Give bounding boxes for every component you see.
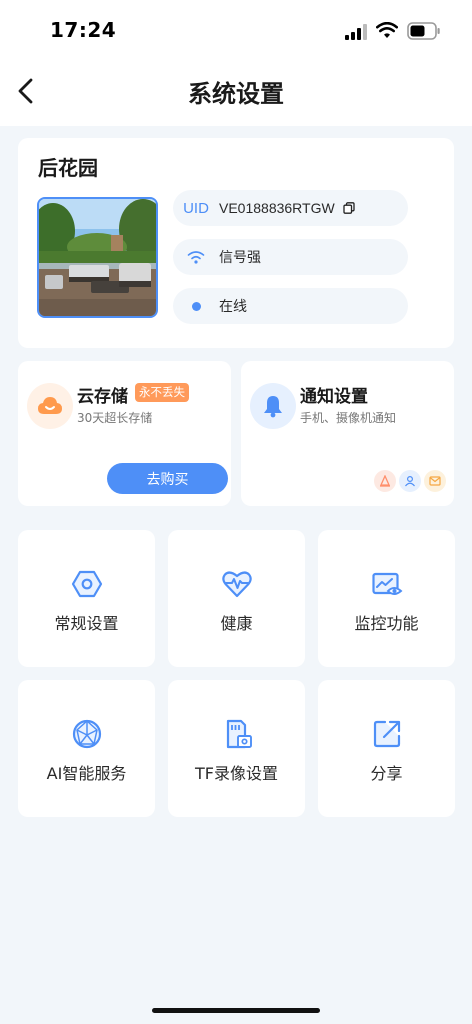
health-label: 健康 — [220, 614, 253, 633]
cloud-storage-card[interactable]: 云存储 永不丢失 30天超长存储 去购买 — [18, 361, 231, 506]
cloud-storage-title: 云存储 — [77, 387, 128, 407]
share-label: 分享 — [370, 764, 403, 783]
wifi-signal-icon — [187, 251, 205, 264]
device-name: 后花园 — [38, 156, 98, 180]
status-bar: 17:24 — [0, 0, 472, 62]
online-status-dot — [191, 301, 201, 311]
buy-button[interactable]: 去购买 — [107, 463, 228, 494]
share-tile[interactable]: 分享 — [318, 680, 455, 817]
page-title: 系统设置 — [188, 80, 284, 108]
status-time: 17:24 — [50, 18, 117, 42]
cloud-storage-subtitle: 30天超长存储 — [77, 411, 153, 425]
home-indicator[interactable] — [152, 1008, 320, 1013]
cloud-storage-icon-circle — [27, 383, 73, 429]
signal-strength: 信号强 — [219, 249, 261, 265]
notification-settings-title: 通知设置 — [300, 387, 368, 407]
monitoring-tile[interactable]: 监控功能 — [318, 530, 455, 667]
ai-service-tile[interactable]: AI智能服务 — [18, 680, 155, 817]
share-icon — [373, 720, 400, 748]
uid-row: UID VE0188836RTGW — [173, 190, 408, 226]
never-lost-badge: 永不丢失 — [135, 383, 189, 402]
monitor-eye-icon — [371, 572, 402, 595]
uid-label: UID — [183, 199, 209, 217]
mail-icon — [424, 470, 446, 492]
wifi-icon — [376, 22, 398, 38]
heart-pulse-icon — [221, 571, 252, 598]
cloud-icon — [38, 397, 62, 414]
sd-card-icon — [226, 719, 252, 749]
hexagon-settings-icon — [71, 570, 102, 598]
uid-value: VE0188836RTGW — [219, 200, 335, 216]
device-info-card: 后花园 UID VE0188836RTGW 信号强 在线 — [18, 138, 454, 348]
notification-settings-card[interactable]: 通知设置 手机、摄像机通知 — [241, 361, 454, 506]
tf-recording-tile[interactable]: TF录像设置 — [168, 680, 305, 817]
ai-network-icon — [72, 719, 101, 749]
bell-icon — [264, 396, 282, 418]
signal-row: 信号强 — [173, 239, 408, 275]
tf-recording-label: TF录像设置 — [195, 764, 278, 783]
notification-settings-subtitle: 手机、摄像机通知 — [300, 411, 397, 425]
camera-alert-icon — [374, 470, 396, 492]
notification-icon-circle — [250, 383, 296, 429]
online-status: 在线 — [219, 298, 247, 314]
monitoring-label: 监控功能 — [354, 614, 419, 633]
ai-service-label: AI智能服务 — [46, 764, 127, 783]
general-settings-tile[interactable]: 常规设置 — [18, 530, 155, 667]
general-settings-label: 常规设置 — [54, 614, 119, 633]
device-snapshot-thumbnail[interactable] — [37, 197, 158, 318]
health-tile[interactable]: 健康 — [168, 530, 305, 667]
battery-icon — [407, 22, 440, 40]
user-icon — [399, 470, 421, 492]
status-row: 在线 — [173, 288, 408, 324]
copy-icon[interactable] — [343, 202, 355, 214]
cellular-signal-icon — [345, 24, 369, 40]
garden-snapshot-image — [39, 199, 156, 316]
